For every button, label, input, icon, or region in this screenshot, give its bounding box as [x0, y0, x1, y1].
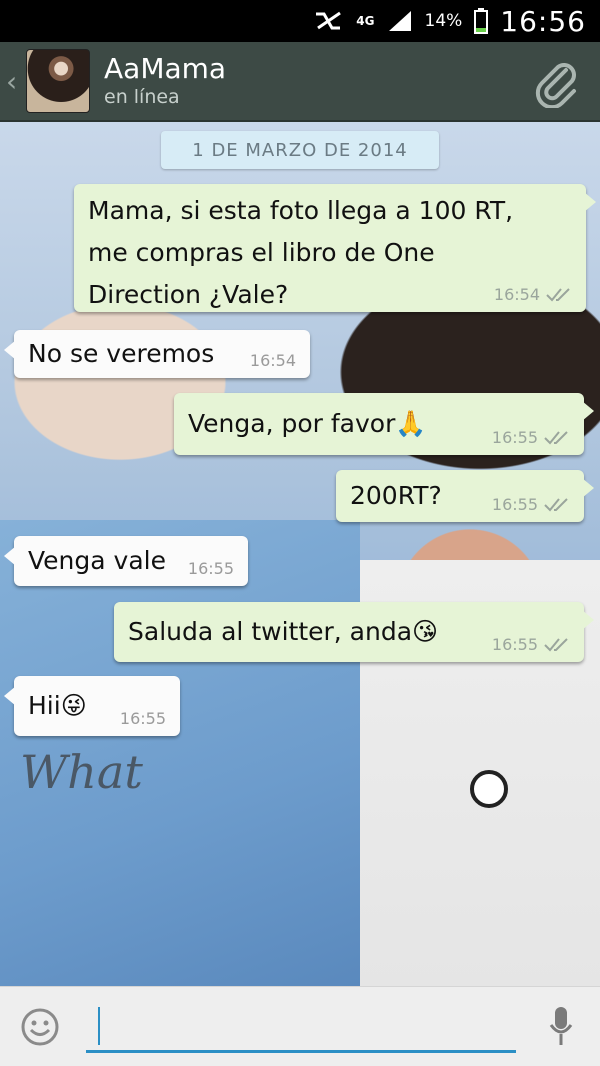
message-meta: 16:54: [250, 351, 296, 370]
chat-header: ‹ AaMama en línea: [0, 42, 600, 122]
message-time: 16:55: [119, 709, 166, 728]
message-meta: 16:54: [494, 285, 572, 304]
double-check-icon: [544, 637, 568, 651]
avatar[interactable]: [26, 49, 90, 113]
network-type: 4G: [356, 13, 375, 28]
smiley-icon[interactable]: [20, 1007, 60, 1047]
message-bubble-outgoing[interactable]: Mama, si esta foto llega a 100 RT, me co…: [74, 184, 596, 312]
message-bubble-incoming[interactable]: Venga vale 16:55: [4, 536, 248, 586]
message-meta: 16:55: [492, 635, 570, 654]
message-input[interactable]: [86, 1001, 516, 1053]
paperclip-icon[interactable]: [532, 58, 582, 110]
double-check-icon: [546, 287, 570, 301]
message-text: me compras el libro de One: [88, 238, 435, 267]
message-meta: 16:55: [120, 709, 166, 728]
message-time: 16:55: [187, 559, 234, 578]
double-check-icon: [544, 430, 568, 444]
clock: 16:56: [500, 4, 586, 38]
message-time: 16:55: [491, 635, 538, 654]
double-check-icon: [544, 497, 568, 511]
message-time: 16:55: [491, 428, 538, 447]
message-meta: 16:55: [492, 428, 570, 447]
wallpaper-tattoo: What: [20, 745, 143, 799]
chevron-left-icon[interactable]: ‹: [6, 65, 26, 98]
message-bubble-incoming[interactable]: No se veremos 16:54: [4, 330, 310, 378]
message-time: 16:55: [491, 495, 538, 514]
contact-name: AaMama: [104, 52, 227, 85]
battery-icon: [474, 8, 489, 34]
signal-icon: [387, 9, 413, 33]
message-time: 16:54: [249, 351, 296, 370]
message-bubble-outgoing[interactable]: Venga, por favor🙏 16:55: [174, 393, 594, 455]
text-cursor: [98, 1007, 100, 1045]
mute-icon: [314, 10, 344, 32]
contact-info[interactable]: AaMama en línea: [104, 53, 226, 109]
compose-bar: [0, 986, 600, 1066]
message-meta: 16:55: [188, 559, 234, 578]
battery-percent: 14%: [424, 11, 463, 31]
message-meta: 16:55: [492, 495, 570, 514]
microphone-icon[interactable]: [548, 1005, 574, 1049]
message-bubble-incoming[interactable]: Hii😜 16:55: [4, 676, 180, 736]
wallpaper-pendant: [470, 770, 508, 808]
contact-status: en línea: [104, 86, 180, 108]
message-bubble-outgoing[interactable]: 200RT? 16:55: [336, 470, 594, 522]
status-bar: 4G 14% 16:56: [0, 0, 600, 42]
network-indicator: 4G: [356, 13, 375, 28]
date-separator: 1 DE MARZO DE 2014: [161, 131, 439, 169]
message-text: Mama, si esta foto llega a 100 RT,: [88, 196, 514, 225]
message-bubble-outgoing[interactable]: Saluda al twitter, anda😘 16:55: [114, 602, 594, 662]
message-time: 16:54: [493, 285, 540, 304]
